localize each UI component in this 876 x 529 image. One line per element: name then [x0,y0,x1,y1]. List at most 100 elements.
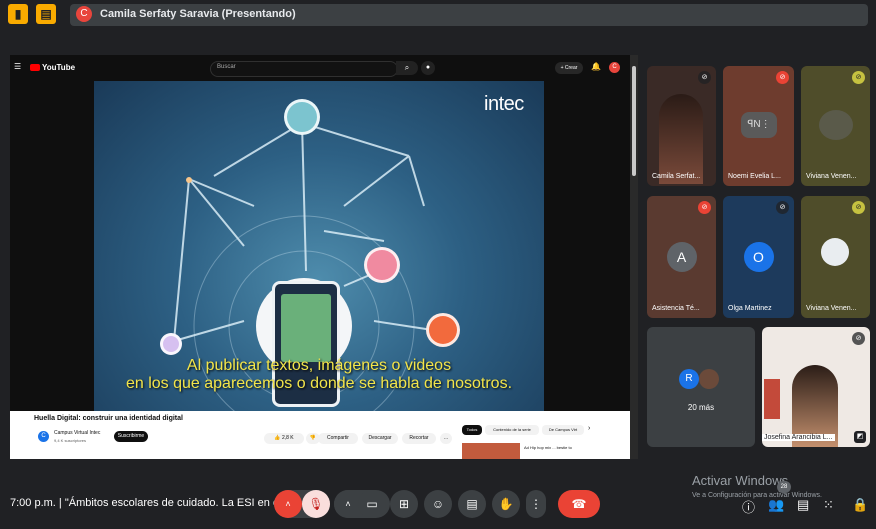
subtitle-line-1: Al publicar textos, imágenes o videos [186,357,452,374]
meeting-info: 7:00 p.m. | "Ámbitos escolares de cuidad… [10,497,294,509]
participant-tile[interactable]: ⊘ Josefina Arancibia L... ◩ [762,327,870,447]
people-icon[interactable]: 👥 [768,497,784,513]
thumbs-down-icon: 👎 [309,435,317,441]
dot-node [186,177,192,183]
more-actions-icon[interactable]: … [440,433,452,444]
camera-icon[interactable]: ▭ [358,490,386,518]
avatar-node-small [160,333,182,355]
raise-hand-icon[interactable]: ✋ [492,490,520,518]
search-icon[interactable]: ⌕ [396,61,418,75]
clip-label: Recortar [409,435,429,441]
mic-off-icon: ⊘ [852,71,865,84]
participant-name: Noemi Evelia L... [728,173,781,180]
mic-off-icon[interactable]: 🎙 [302,490,330,518]
subscribe-button[interactable]: Suscribirme [114,431,148,442]
participant-initial: R [679,369,699,389]
participant-initial: O [743,242,774,272]
hangup-icon[interactable]: ☎ [558,490,600,518]
share-button[interactable]: Compartir [318,433,358,444]
like-button[interactable]: 👍 2,8 K [264,433,304,444]
chip-campus[interactable]: De Campus Virt [542,425,584,435]
more-options-icon[interactable]: ⋮ [526,490,546,518]
chip-series[interactable]: Contenido de la serie [485,425,539,435]
pin-icon[interactable]: ◩ [854,431,866,443]
youtube-search-input[interactable]: Buscar [210,61,398,77]
youtube-logo[interactable]: YouTube [30,63,75,72]
download-button[interactable]: Descargar [362,433,398,444]
host-controls-icon[interactable]: 🔒 [852,497,868,513]
participant-name: Viviana Venen... [806,305,857,312]
avatar-node-boy [284,99,320,135]
channel-subscribers: 9,4 K suscriptores [54,438,87,443]
participant-name: Viviana Venen... [806,173,857,180]
chat-icon[interactable]: ▤ [797,497,809,513]
channel-name[interactable]: Campus Virtual Intec [54,430,100,436]
participant-thumbnail [699,369,719,389]
thumbs-up-icon: 👍 [274,435,282,441]
more-count: 20 más [687,403,715,412]
more-participants-tile[interactable]: R 20 más [647,327,755,447]
participant-avatar [821,238,849,266]
chip-all[interactable]: Todos [462,425,482,435]
mic-off-icon: ⊘ [852,201,865,214]
youtube-logo-text: YouTube [42,63,76,72]
clip-button[interactable]: Recortar [402,433,436,444]
search-placeholder: Buscar [217,64,236,70]
voice-search-icon[interactable]: ● [421,61,435,75]
mic-options-chevron-icon[interactable]: ˄ [274,490,302,518]
emoji-icon[interactable]: ☺ [424,490,452,518]
background-object [764,379,780,419]
phone-screen [281,294,331,362]
mic-off-icon: ⊘ [698,71,711,84]
channel-avatar[interactable]: C [38,431,49,442]
scrollbar-thumb[interactable] [632,66,636,176]
subtitle-line-2: en los que aparecemos o donde se habla d… [125,375,513,392]
youtube-header: ☰ YouTube Buscar ⌕ ● + Crear 🔔 C [10,55,638,81]
bookmark-icon[interactable]: ▮ [8,4,28,24]
info-icon[interactable]: ⓘ [742,497,755,516]
video-title: Huella Digital: construir una identidad … [34,415,183,422]
participant-avatar [819,110,853,140]
activities-icon[interactable]: ⁙ [823,497,834,513]
video-info-panel: Huella Digital: construir una identidad … [10,411,638,459]
participant-tile[interactable]: ꟼN⋮ ⊘ Noemi Evelia L... [723,66,794,186]
participant-name: Olga Martinez [728,305,772,312]
mic-off-icon: ⊘ [852,332,865,345]
participant-name: Asistencia Té... [652,305,700,312]
youtube-avatar[interactable]: C [609,62,620,73]
presenter-avatar: C [76,6,92,22]
present-screen-icon[interactable]: ⊞ [390,490,418,518]
shared-screen: ☰ YouTube Buscar ⌕ ● + Crear 🔔 C intec A… [10,55,638,459]
participant-tile[interactable]: O ⊘ Olga Martinez [723,196,794,318]
notifications-icon[interactable]: 🔔 [591,62,601,71]
participant-tile[interactable]: ⊘ Viviana Venen... [801,196,870,318]
video-brand: intec [484,93,524,115]
participant-tile[interactable]: ⊘ Camila Serfat... [647,66,716,186]
avatar-node-woman [426,313,460,347]
participant-tile[interactable]: ⊘ Viviana Venen... [801,66,870,186]
related-video-title[interactable]: Ad Hip hop mix ... bestie to [524,445,572,450]
participant-name: Camila Serfat... [652,173,701,180]
captions-icon[interactable]: ▤ [458,490,486,518]
presenter-label: Camila Serfaty Saravia (Presentando) [100,8,296,20]
participant-initial: A [666,242,697,272]
mic-off-icon: ⊘ [776,201,789,214]
participant-avatar: ꟼN⋮ [741,112,777,138]
video-player[interactable]: intec Al publicar textos, imágenes o vid… [94,81,544,411]
participant-video [659,94,703,184]
avatar-node-girl [364,247,400,283]
create-button[interactable]: + Crear [555,62,583,74]
share-label: Compartir [327,435,349,441]
chevron-right-icon[interactable]: › [588,425,590,432]
participant-tile[interactable]: A ⊘ Asistencia Té... [647,196,716,318]
participant-name: Josefina Arancibia L... [762,434,835,441]
related-video-thumbnail[interactable] [462,443,520,459]
mic-off-icon: ⊘ [776,71,789,84]
people-count-badge: 28 [777,481,791,493]
like-count: 2,8 K [281,435,294,441]
menu-icon[interactable]: ☰ [14,62,21,71]
document-icon[interactable]: ▤ [36,4,56,24]
youtube-play-icon [30,64,40,72]
top-bar: ▮ ▤ C Camila Serfaty Saravia (Presentand… [0,0,876,32]
mic-off-icon: ⊘ [698,201,711,214]
